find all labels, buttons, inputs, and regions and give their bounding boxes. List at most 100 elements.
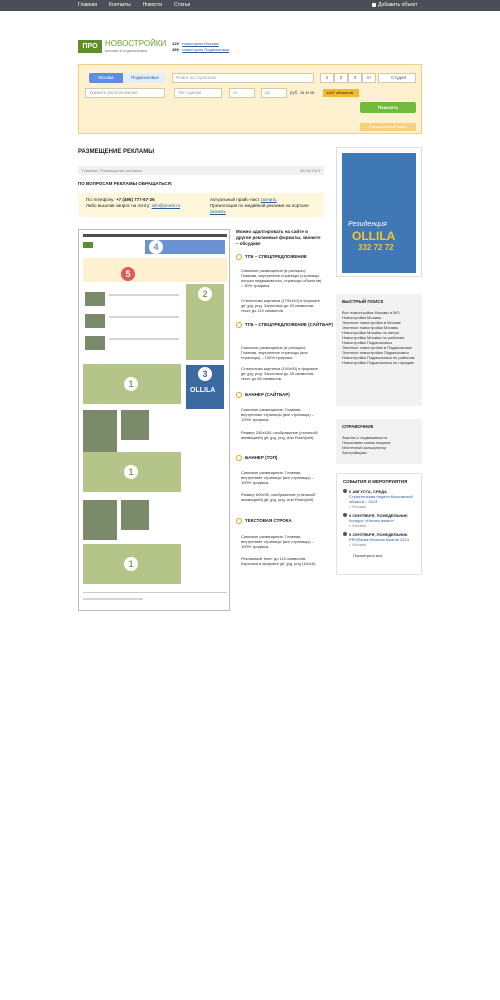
plus-icon (372, 2, 376, 7)
moscow-count-link[interactable]: новостроек Москвы (182, 41, 218, 46)
nav-link-news[interactable]: Новости (143, 2, 162, 8)
add-object-link[interactable]: Добавить объект (372, 2, 417, 8)
city-tab-region-label: Подмосковье (131, 75, 159, 80)
ad-format-text: Сквозное размещение (в ротации): Главная… (241, 345, 308, 360)
preview-footer-text (83, 598, 143, 600)
search-input[interactable]: Поиск по строению (172, 73, 314, 83)
ad-format-title: ТЕКСТОВАЯ СТРОКА (245, 518, 292, 524)
ad-format-title: ТГБ – СПЕЦПРЕДЛОЖЕНИЕ (245, 254, 307, 260)
ad-format-text: Сквозное размещение: Главная, внутренние… (241, 407, 314, 422)
ad-formats-intro: Можно адаптировать на сайте и другие рек… (236, 229, 324, 247)
studio-button[interactable]: Студия (378, 73, 416, 83)
nav-link-articles[interactable]: Статьи (174, 2, 190, 8)
show-button[interactable]: Показать (360, 102, 416, 113)
ad-format-4-title: БАННЕР (ТОП) (236, 455, 277, 461)
preview-sidebar-banner: 3 OLLILA (186, 365, 224, 409)
events-box: СОБЫТИЯ И МЕРОПРИЯТИЯ 6 АВГУСТА, СРЕДА С… (336, 473, 422, 575)
quick-search-title: БЫСТРЫЙ ПОИСК (342, 299, 384, 304)
logo-title[interactable]: НОВОСТРОЙКИ (105, 39, 166, 48)
moscow-count: 129 (172, 41, 179, 46)
preview-text-line (109, 338, 179, 340)
events-title: СОБЫТИЯ И МЕРОПРИЯТИЯ (343, 479, 408, 484)
ad-format-title: БАННЕР (САЙТБАР) (245, 392, 290, 398)
ad-format-text: Размер 609x90, изображение (статикой/ани… (241, 492, 316, 502)
add-object-label: Добавить объект (378, 2, 418, 8)
number-circle-icon (236, 518, 242, 524)
price-unit-label: руб. за м кв (290, 90, 315, 95)
event-title-link[interactable]: Строительная неделя Московской области –… (343, 494, 415, 504)
bullet-icon (343, 513, 347, 517)
city-tab-moscow[interactable]: Москва (89, 73, 123, 83)
preview-thumb (85, 292, 105, 306)
price-to-input[interactable]: до (261, 88, 287, 98)
ad-format-text: Стилистика картинки (100x90) в формате g… (241, 366, 319, 381)
preview-search-panel (83, 258, 227, 282)
event-city: г. Москва (349, 504, 366, 509)
preview-topbar (83, 234, 227, 237)
rooms-button-4plus[interactable]: 4+ (362, 73, 376, 83)
number-circle-icon (236, 455, 242, 461)
rooms-button-3[interactable]: 3 (348, 73, 362, 83)
preview-footer-divider (83, 592, 227, 593)
ad-placement-preview: 4 5 2 3 OLLILA 1 1 1 (78, 229, 230, 611)
phone-label: По телефону: (86, 197, 115, 202)
bullet-icon (343, 489, 347, 493)
logo-mark[interactable]: ПРО (78, 40, 102, 53)
event-city: г. Москва (349, 523, 366, 528)
pricelist-label: Актуальный прайс-лист (210, 197, 260, 202)
ad-format-title: ТГБ – СПЕЦПРЕДЛОЖЕНИЕ (САЙТБАР) (245, 322, 333, 328)
breadcrumb-path[interactable]: Главная / Размещение рекламы (82, 168, 142, 173)
ad-format-3-title: БАННЕР (САЙТБАР) (236, 392, 290, 398)
ad-format-1-title: ТГБ – СПЕЦПРЕДЛОЖЕНИЕ (236, 254, 307, 260)
sidebar-ad-banner[interactable]: Резиденция OLLILA 332 72 72 (336, 147, 422, 277)
nav-link-home[interactable]: Главная (78, 2, 97, 8)
object-counts: 129 · новостроек Москвы 459 · новостроек… (172, 41, 230, 52)
quick-search-box: БЫСТРЫЙ ПОИСК Все новостройки Москвы и М… (336, 294, 422, 406)
banner-brand: OLLILA (352, 229, 396, 243)
search-panel: Москва Подмосковье Поиск по строению 1 2… (78, 64, 422, 134)
logo-subtitle: москвы и подмосковья (105, 48, 148, 53)
preview-text-line (109, 316, 179, 318)
preview-number-3: 3 (198, 367, 212, 381)
top-navigation-bar: Главная Контакты Новости Статьи Добавить… (0, 0, 500, 11)
found-count-badge: 1447 объектов (323, 89, 360, 97)
rooms-button-1[interactable]: 1 (320, 73, 334, 83)
page-title: РАЗМЕЩЕНИЕ РЕКЛАМЫ (78, 149, 155, 155)
reference-link[interactable]: Застройщики (342, 450, 416, 455)
ad-format-text: Размер 240x400, изображение (статикой/ан… (241, 430, 318, 440)
pricelist-download-link[interactable]: скачать (261, 197, 277, 202)
ad-format-text: Рекламный текст до 110 символов. Картинк… (241, 556, 316, 566)
price-from-input[interactable]: от (229, 88, 255, 98)
reference-box: СПРАВОЧНИК Законы о недвижимости Пошагов… (336, 419, 422, 464)
preview-text-line (109, 294, 179, 296)
location-select[interactable]: Укажите расположение (85, 88, 165, 98)
phone-number: +7 (495) 777-67-26 (115, 197, 155, 202)
banner-line1: Резиденция (348, 221, 387, 228)
contact-box: По телефону: +7 (495) 777-67-26 Либо выш… (78, 193, 324, 217)
ad-format-text: Стилистика картинки (179x110) в формате … (241, 298, 321, 313)
event-item: 9 СЕНТЯБРЯ, ПОНЕДЕЛЬНИК PROEstate Moscow… (343, 532, 415, 547)
preview-number-1: 1 (124, 465, 138, 479)
ad-formats-intro-text: Можно адаптировать на сайте и другие рек… (236, 229, 321, 246)
region-count-link[interactable]: новостроек Подмосковья (182, 47, 229, 52)
all-events-link[interactable]: Посмотреть все (343, 553, 415, 558)
contact-heading: ПО ВОПРОСАМ РЕКЛАМЫ ОБРАЩАТЬСЯ: (78, 181, 173, 186)
ad-format-5-title: ТЕКСТОВАЯ СТРОКА (236, 518, 292, 524)
extended-search-button[interactable]: Расширенный поиск (360, 123, 416, 131)
email-link[interactable]: info@prorel.ru (152, 203, 181, 208)
presentation-download-link[interactable]: скачать (210, 209, 226, 214)
nav-link-contacts[interactable]: Контакты (109, 2, 131, 8)
top-nav: Главная Контакты Новости Статьи (78, 2, 202, 8)
banner-image: Резиденция OLLILA 332 72 72 (342, 153, 416, 273)
page-date: 08.08.2013 (299, 168, 320, 173)
preview-banner-text: OLLILA (190, 387, 216, 394)
quick-search-link[interactable]: Новостройки Подмосковья по городам (342, 360, 416, 365)
region-count: 459 (172, 47, 179, 52)
deal-type-select[interactable]: Тип сделки (174, 88, 222, 98)
preview-number-1: 1 (124, 557, 138, 571)
city-tab-region[interactable]: Подмосковье (124, 73, 166, 83)
preview-thumb (121, 500, 149, 530)
ad-format-text: Сквозное размещение: Главная, внутренние… (241, 534, 314, 549)
number-circle-icon (236, 254, 242, 260)
rooms-button-2[interactable]: 2 (334, 73, 348, 83)
